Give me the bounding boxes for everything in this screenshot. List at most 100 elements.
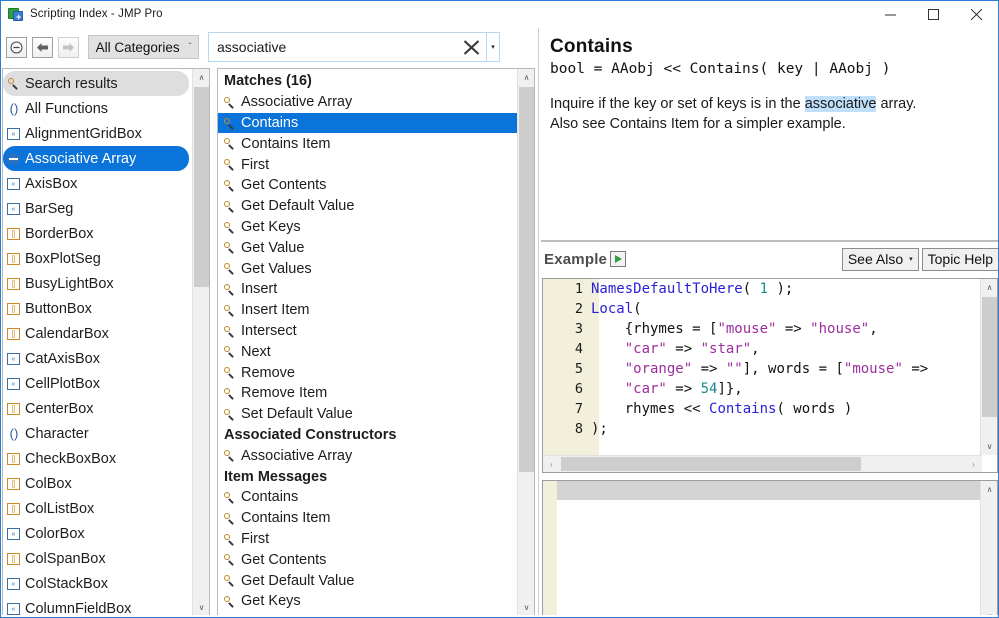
match-item[interactable]: Next	[218, 341, 518, 362]
circle-minus-icon[interactable]	[6, 37, 27, 58]
match-item[interactable]: Get Contents	[218, 549, 518, 570]
match-item-label: Set Default Value	[241, 406, 353, 422]
sidebar-item-label: Character	[25, 426, 89, 442]
scroll-up-icon[interactable]: ∧	[981, 481, 998, 498]
match-item-label: Get Keys	[241, 593, 301, 609]
scroll-down-icon[interactable]: ∨	[193, 599, 210, 616]
scrollbar-thumb[interactable]	[982, 297, 997, 417]
maximize-button[interactable]	[912, 1, 955, 27]
see-also-button[interactable]: See Also ▾	[842, 248, 919, 271]
magnifier-icon	[223, 512, 237, 525]
code-line[interactable]: 8);	[543, 419, 982, 439]
match-item[interactable]: Insert	[218, 279, 518, 300]
match-item[interactable]: Set Default Value	[218, 404, 518, 425]
matches-list[interactable]: Matches (16)Associative ArrayContainsCon…	[218, 69, 518, 616]
matches-scrollbar[interactable]: ∧ ∨	[517, 69, 534, 616]
sidebar-item-colspanbox[interactable]: []ColSpanBox	[3, 546, 193, 571]
sidebar-item-cataxisbox[interactable]: «CatAxisBox	[3, 346, 193, 371]
match-item[interactable]: Contains Item	[218, 133, 518, 154]
display-box-orange-icon: []	[7, 301, 24, 317]
code-content[interactable]: 1NamesDefaultToHere( 1 );2Local(3 {rhyme…	[543, 279, 982, 455]
match-item[interactable]: Remove Item	[218, 383, 518, 404]
run-script-icon[interactable]	[610, 251, 626, 267]
sidebar-item-columnfieldbox[interactable]: «ColumnFieldBox	[3, 596, 193, 616]
sidebar-item-borderbox[interactable]: []BorderBox	[3, 221, 193, 246]
sidebar-item-associative-array[interactable]: Associative Array	[3, 146, 189, 171]
code-line[interactable]: 5 "orange" => ""], words = ["mouse" =>	[543, 359, 982, 379]
scroll-left-icon[interactable]: ‹	[543, 456, 560, 472]
minimize-button[interactable]	[869, 1, 912, 27]
search-options-dropdown[interactable]: ▾	[486, 33, 499, 61]
match-item[interactable]: Contains	[218, 113, 518, 134]
topic-help-button[interactable]: Topic Help	[922, 248, 999, 271]
sidebar-item-collistbox[interactable]: []ColListBox	[3, 496, 193, 521]
match-item[interactable]: Associative Array	[218, 92, 518, 113]
scroll-down-icon[interactable]: ∨	[518, 599, 535, 616]
search-input[interactable]	[209, 34, 456, 60]
example-code-editor[interactable]: 1NamesDefaultToHere( 1 );2Local(3 {rhyme…	[542, 278, 998, 473]
match-item[interactable]: Get Keys	[218, 217, 518, 238]
code-line[interactable]: 3 {rhymes = ["mouse" => "house",	[543, 319, 982, 339]
search-box[interactable]: ▾	[208, 32, 500, 62]
code-vertical-scrollbar[interactable]: ∧ ∨	[980, 279, 997, 455]
sidebar-item-boxplotseg[interactable]: []BoxPlotSeg	[3, 246, 193, 271]
match-item[interactable]: Get Contents	[218, 175, 518, 196]
categories-scrollbar[interactable]: ∧ ∨	[192, 69, 209, 616]
match-item[interactable]: Insert Item	[218, 300, 518, 321]
display-box-orange-icon: []	[7, 278, 20, 290]
code-line[interactable]: 7 rhymes << Contains( words )	[543, 399, 982, 419]
category-dropdown-button[interactable]: All Categories ˇ	[88, 35, 199, 59]
match-item[interactable]: First	[218, 154, 518, 175]
match-item[interactable]: Get Values	[218, 258, 518, 279]
sidebar-item-character[interactable]: ()Character	[3, 421, 193, 446]
scroll-up-icon[interactable]: ∧	[193, 69, 210, 86]
sidebar-item-buttonbox[interactable]: []ButtonBox	[3, 296, 193, 321]
scrollbar-thumb[interactable]	[561, 457, 861, 471]
scroll-up-icon[interactable]: ∧	[981, 279, 998, 296]
categories-list[interactable]: Search results()All Functions«AlignmentG…	[3, 69, 193, 616]
match-item[interactable]: Contains	[218, 487, 518, 508]
sidebar-item-busylightbox[interactable]: []BusyLightBox	[3, 271, 193, 296]
output-vertical-scrollbar[interactable]: ∧ ∨	[980, 481, 997, 617]
close-button[interactable]	[955, 1, 998, 27]
sidebar-item-barseg[interactable]: «BarSeg	[3, 196, 193, 221]
scrollbar-thumb[interactable]	[194, 87, 209, 287]
match-item[interactable]: Associative Array	[218, 445, 518, 466]
window-title: Scripting Index - JMP Pro	[30, 8, 163, 20]
code-horizontal-scrollbar[interactable]: ‹ ›	[543, 455, 982, 472]
matches-group-header: Associated Constructors	[218, 425, 518, 446]
sidebar-item-calendarbox[interactable]: []CalendarBox	[3, 321, 193, 346]
magnifier-icon	[223, 344, 240, 360]
sidebar-item-centerbox[interactable]: []CenterBox	[3, 396, 193, 421]
magnifier-icon	[223, 449, 237, 462]
sidebar-item-axisbox[interactable]: «AxisBox	[3, 171, 193, 196]
match-item[interactable]: Get Default Value	[218, 570, 518, 591]
sidebar-item-colstackbox[interactable]: «ColStackBox	[3, 571, 193, 596]
sidebar-item-colbox[interactable]: []ColBox	[3, 471, 193, 496]
match-item[interactable]: Intersect	[218, 321, 518, 342]
match-item[interactable]: Remove	[218, 362, 518, 383]
code-line[interactable]: 2Local(	[543, 299, 982, 319]
match-item[interactable]: Contains Item	[218, 508, 518, 529]
clear-search-icon[interactable]	[456, 33, 486, 61]
sidebar-item-alignmentgridbox[interactable]: «AlignmentGridBox	[3, 121, 193, 146]
match-item[interactable]: Get Value	[218, 237, 518, 258]
arrow-left-icon[interactable]	[32, 37, 53, 58]
sidebar-item-checkboxbox[interactable]: []CheckBoxBox	[3, 446, 193, 471]
match-item[interactable]: Get Default Value	[218, 196, 518, 217]
code-line[interactable]: 4 "car" => "star",	[543, 339, 982, 359]
scroll-up-icon[interactable]: ∧	[518, 69, 535, 86]
code-line[interactable]: 6 "car" => 54]},	[543, 379, 982, 399]
match-item[interactable]: First	[218, 529, 518, 550]
sidebar-item-cellplotbox[interactable]: «CellPlotBox	[3, 371, 193, 396]
sidebar-item-all-functions[interactable]: ()All Functions	[3, 96, 193, 121]
code-line[interactable]: 1NamesDefaultToHere( 1 );	[543, 279, 982, 299]
output-panel[interactable]: ∧ ∨ ‹ ›	[542, 480, 998, 617]
scrollbar-thumb[interactable]	[519, 87, 534, 472]
match-item[interactable]: Get Keys	[218, 591, 518, 612]
scroll-down-icon[interactable]: ∨	[981, 438, 998, 455]
sidebar-item-search-results[interactable]: Search results	[3, 71, 189, 96]
scroll-right-icon[interactable]: ›	[965, 456, 982, 472]
sidebar-item-colorbox[interactable]: «ColorBox	[3, 521, 193, 546]
horizontal-splitter[interactable]	[541, 240, 998, 242]
